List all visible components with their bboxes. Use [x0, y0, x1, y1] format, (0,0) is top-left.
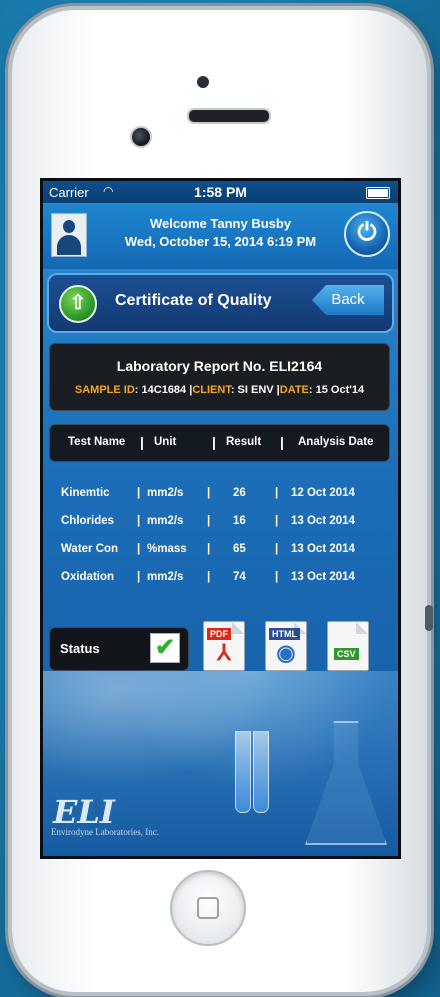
cell-separator: |: [207, 543, 211, 555]
cell-date: 13 Oct 2014: [291, 571, 355, 583]
csv-tag: CSV: [334, 648, 359, 660]
cell-test-name: Water Con: [61, 543, 119, 555]
date-value: : 15 Oct'14: [308, 384, 365, 396]
page-fold: [356, 622, 368, 634]
html-tag: HTML: [269, 628, 300, 640]
cell-unit: mm2/s: [147, 571, 184, 583]
test-tube-illustration: [235, 731, 251, 813]
status-indicator: Status ✔: [49, 627, 189, 671]
page-title-bar: ⇧ Certificate of Quality Back: [47, 273, 394, 333]
back-button[interactable]: Back: [312, 285, 384, 315]
sample-id-label: SAMPLE ID: [74, 384, 135, 396]
csv-export-button[interactable]: CSV: [327, 621, 369, 671]
col-unit: Unit: [154, 436, 177, 448]
test-tube-illustration: [253, 731, 269, 813]
check-icon: ✔: [150, 633, 180, 663]
cell-separator: |: [275, 571, 279, 583]
home-square-icon: [197, 897, 219, 919]
col-separator: |: [140, 434, 144, 450]
report-title: Laboratory Report No. ELI2164: [116, 358, 323, 374]
cell-test-name: Chlorides: [61, 515, 115, 527]
avatar[interactable]: [51, 213, 87, 257]
table-row[interactable]: Water Con | %mass | 65 | 13 Oct 2014: [43, 537, 398, 565]
front-camera: [130, 126, 152, 148]
home-button[interactable]: [170, 870, 246, 946]
page-title: Certificate of Quality: [115, 292, 272, 309]
phone-frame: Carrier ◠ 1:58 PM Welcome Tanny Busby We…: [12, 10, 433, 992]
proximity-sensor: [197, 76, 209, 88]
globe-icon: ◉: [276, 640, 296, 665]
table-row[interactable]: Kinemtic | mm2/s | 26 | 12 Oct 2014: [43, 481, 398, 509]
page-fold: [232, 622, 244, 634]
app-screen: Carrier ◠ 1:58 PM Welcome Tanny Busby We…: [40, 178, 401, 859]
col-separator: |: [212, 434, 216, 450]
company-logo: ELI: [53, 793, 115, 831]
welcome-user: Welcome Tanny Busby: [149, 216, 292, 231]
cell-result: 26: [233, 487, 246, 499]
cell-unit: %mass: [147, 543, 187, 555]
pdf-tag: PDF: [207, 628, 231, 640]
side-button[interactable]: [425, 605, 433, 631]
col-analysis-date: Analysis Date: [298, 436, 374, 448]
welcome-date: Wed, October 15, 2014 6:19 PM: [124, 234, 317, 249]
upload-icon: ⇧: [59, 285, 97, 323]
cell-test-name: Kinemtic: [61, 487, 110, 499]
avatar-head: [63, 220, 75, 233]
cell-result: 65: [233, 543, 246, 555]
cell-date: 13 Oct 2014: [291, 515, 355, 527]
col-result: Result: [226, 436, 262, 448]
table-row[interactable]: Chlorides | mm2/s | 16 | 13 Oct 2014: [43, 509, 398, 537]
power-icon[interactable]: ⏻: [344, 211, 390, 257]
html-export-button[interactable]: HTML ◉: [265, 621, 307, 671]
cell-unit: mm2/s: [147, 515, 184, 527]
col-test-name: Test Name: [68, 436, 126, 448]
col-separator: |: [280, 434, 284, 450]
earpiece-speaker: [187, 108, 271, 124]
battery-icon: [366, 187, 390, 199]
date-label: DATE: [279, 384, 309, 396]
company-name: Envirodyne Laboratories, Inc.: [51, 827, 159, 837]
cell-separator: |: [275, 515, 279, 527]
cell-separator: |: [137, 487, 141, 499]
clock: 1:58 PM: [194, 184, 247, 200]
cell-separator: |: [207, 515, 211, 527]
pdf-icon: ⅄: [217, 640, 231, 665]
cell-separator: |: [207, 487, 211, 499]
cell-test-name: Oxidation: [61, 571, 115, 583]
cell-separator: |: [275, 543, 279, 555]
cell-separator: |: [275, 487, 279, 499]
pdf-export-button[interactable]: PDF ⅄: [203, 621, 245, 671]
cell-separator: |: [207, 571, 211, 583]
welcome-text: Welcome Tanny Busby Wed, October 15, 201…: [93, 215, 348, 251]
cell-separator: |: [137, 515, 141, 527]
client-label: CLIENT: [192, 384, 231, 396]
table-row[interactable]: Oxidation | mm2/s | 74 | 13 Oct 2014: [43, 565, 398, 593]
header: Welcome Tanny Busby Wed, October 15, 201…: [43, 203, 398, 269]
cell-date: 12 Oct 2014: [291, 487, 355, 499]
report-summary: Laboratory Report No. ELI2164 SAMPLE ID:…: [49, 343, 390, 411]
cell-unit: mm2/s: [147, 487, 184, 499]
sample-id-value: : 14C1684: [134, 384, 187, 396]
cell-result: 16: [233, 515, 246, 527]
results-table-header: Test Name | Unit | Result | Analysis Dat…: [49, 424, 390, 462]
cell-result: 74: [233, 571, 246, 583]
cell-date: 13 Oct 2014: [291, 543, 355, 555]
client-value: : SI ENV: [230, 384, 274, 396]
cell-separator: |: [137, 571, 141, 583]
report-meta: SAMPLE ID: 14C1684 |CLIENT: SI ENV |DATE…: [58, 384, 381, 396]
avatar-body: [57, 235, 81, 255]
status-bar: Carrier ◠ 1:58 PM: [43, 181, 398, 203]
status-label: Status: [60, 641, 100, 656]
cell-separator: |: [137, 543, 141, 555]
